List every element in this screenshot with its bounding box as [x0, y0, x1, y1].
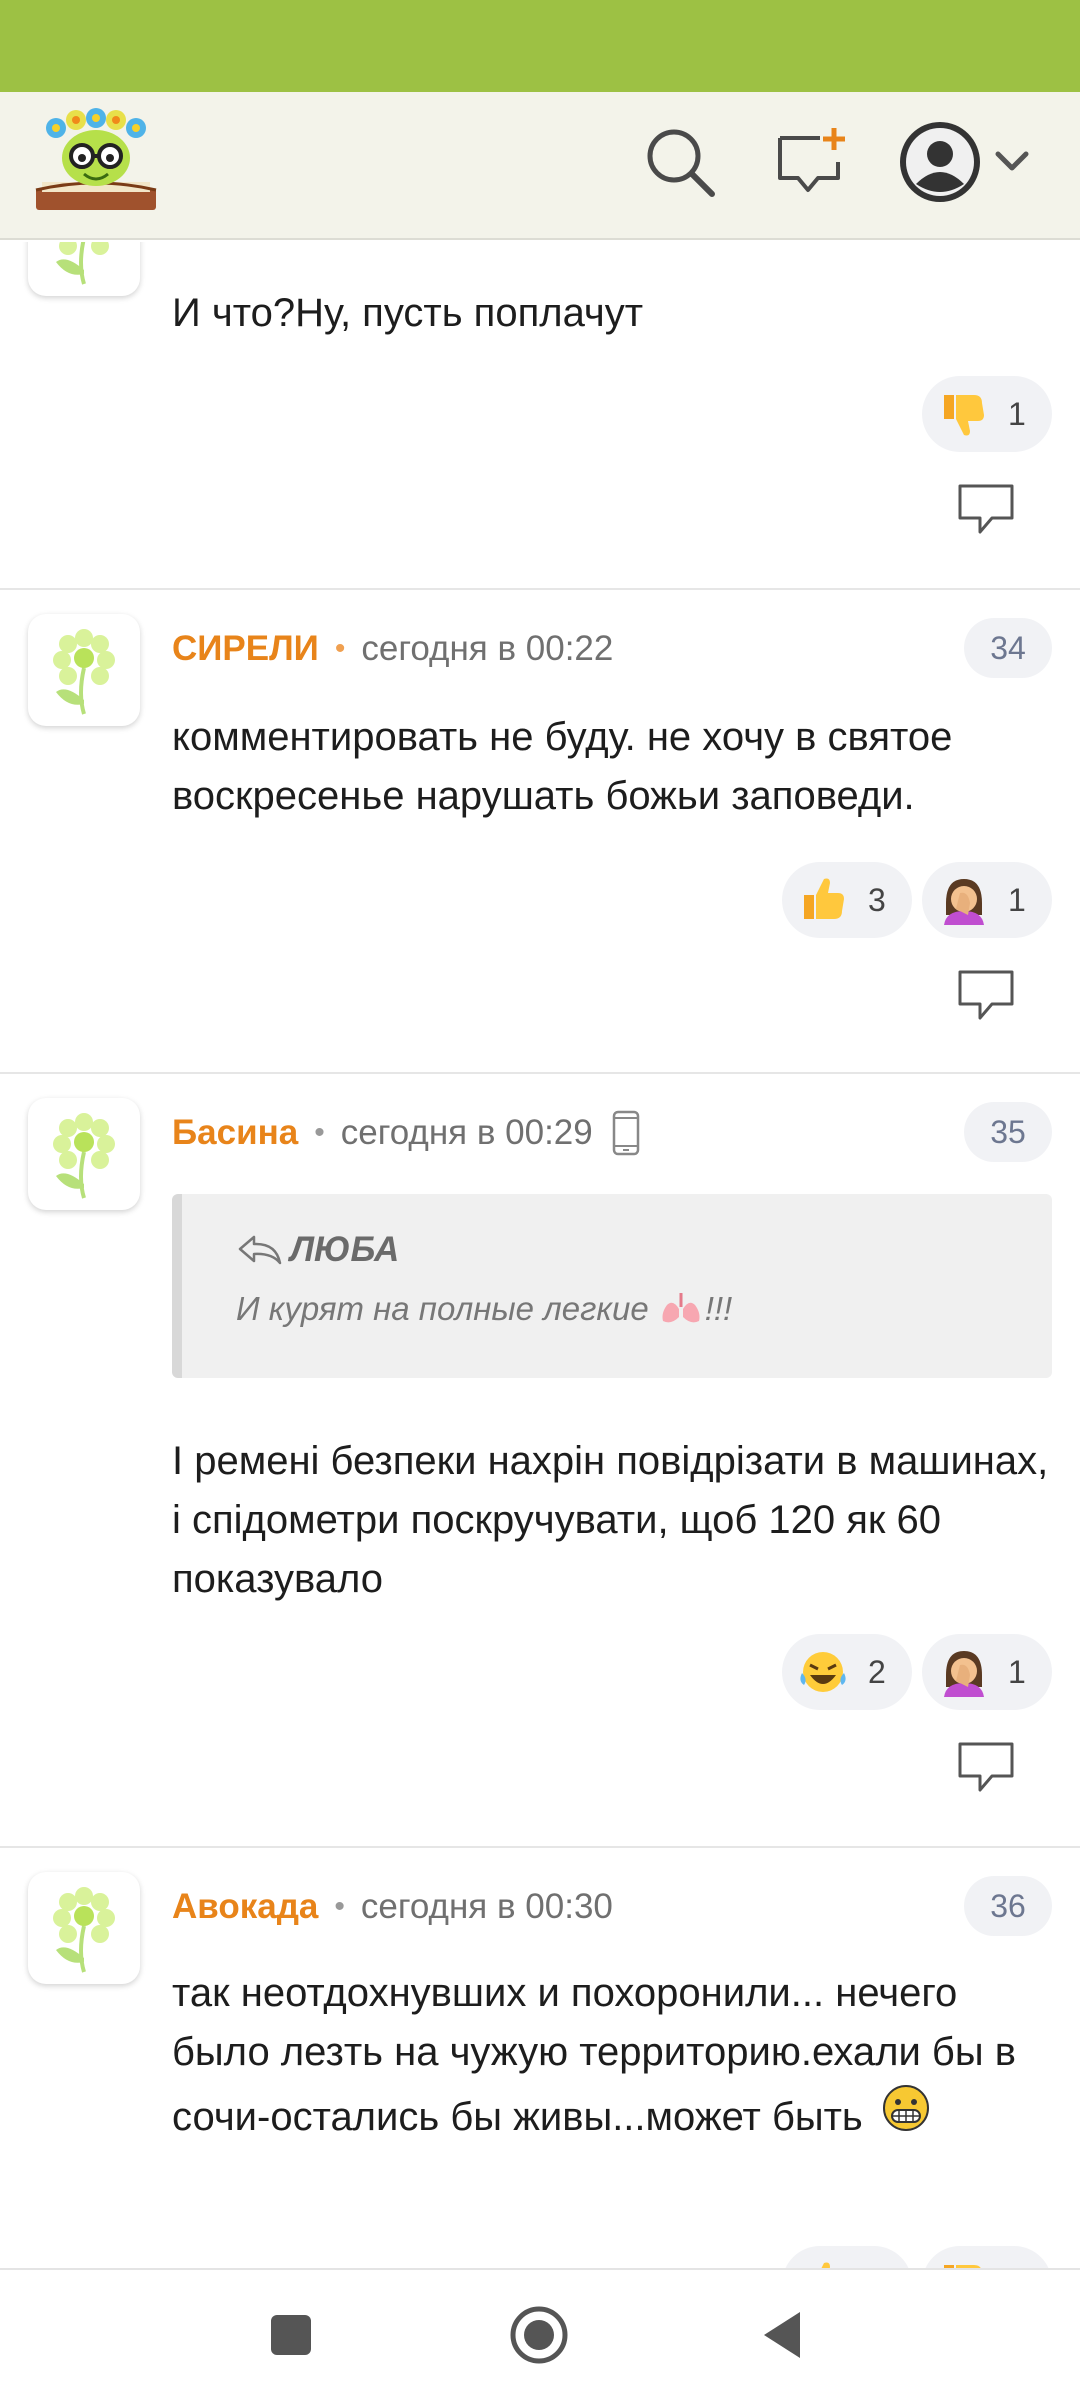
divider [0, 1072, 1080, 1074]
reaction-thumbs-down[interactable]: 1 [922, 376, 1052, 452]
author-name[interactable]: СИРЕЛИ [172, 629, 319, 669]
separator-dot: • [314, 1116, 325, 1149]
quote-text: И курят на полные легкие !!! [236, 1290, 733, 1327]
facepalm-emoji [936, 1645, 990, 1699]
comment-meta: СИРЕЛИ • сегодня в 00:22 [172, 624, 613, 674]
site-logo[interactable] [32, 106, 160, 218]
comments-list[interactable]: И что?Ну, пусть поплачут 1 СИРЕЛИ • сего… [0, 242, 1080, 2268]
flower-avatar-icon [53, 1887, 115, 1973]
online-dot: • [334, 632, 346, 665]
facepalm-emoji [936, 873, 990, 927]
reaction-count: 1 [1008, 1653, 1026, 1690]
flower-avatar-icon [53, 629, 115, 715]
comment-number[interactable]: 35 [964, 1102, 1052, 1162]
reaction-count: 1 [1008, 881, 1026, 918]
laughing-tears-emoji [796, 1645, 850, 1699]
comment-number[interactable]: 34 [964, 618, 1052, 678]
flower-avatar-icon [56, 242, 109, 285]
comment-text: так неотдохнувших и похоронили... нечего… [172, 1971, 1016, 2139]
divider [0, 1846, 1080, 1848]
back-button[interactable] [750, 2300, 820, 2370]
home-button[interactable] [504, 2300, 574, 2370]
search-icon[interactable] [642, 124, 718, 200]
reply-arrow-icon [238, 1235, 282, 1265]
thumbs-up-emoji [796, 873, 850, 927]
reply-icon[interactable] [956, 968, 1016, 1022]
reaction-thumbs-down[interactable] [922, 2246, 1052, 2268]
reaction-count: 2 [868, 1653, 886, 1690]
author-name[interactable]: Басина [172, 1113, 298, 1153]
separator-dot: • [334, 1890, 345, 1923]
thumbs-down-emoji [936, 2257, 990, 2268]
status-bar [0, 0, 1080, 92]
grimacing-emoji [882, 2085, 929, 2131]
lungs-emoji [662, 1293, 700, 1323]
reaction-facepalm[interactable]: 1 [922, 1634, 1052, 1710]
reaction-facepalm[interactable]: 1 [922, 862, 1052, 938]
reply-icon[interactable] [956, 482, 1016, 536]
thumbs-down-emoji [936, 387, 990, 441]
add-comment-icon[interactable] [772, 124, 848, 200]
comment-text: І ремені безпеки нахрін повідрізати в ма… [172, 1439, 1049, 1601]
flower-avatar-icon [53, 1113, 115, 1199]
reaction-thumbs-up[interactable]: 3 [782, 862, 912, 938]
comment-text: И что?Ну, пусть поплачут [172, 291, 644, 335]
reaction-laughing[interactable]: 2 [782, 1634, 912, 1710]
user-avatar[interactable] [28, 1098, 140, 1210]
user-avatar[interactable] [28, 614, 140, 726]
divider [0, 588, 1080, 590]
user-avatar[interactable] [28, 242, 140, 296]
system-navigation-bar [0, 2268, 1080, 2400]
reaction-count: 3 [868, 881, 886, 918]
quoted-comment[interactable]: ЛЮБА И курят на полные легкие !!! [172, 1194, 1052, 1378]
comment-number[interactable]: 36 [964, 1876, 1052, 1936]
comment-time: сегодня в 00:22 [361, 629, 614, 668]
quote-author: ЛЮБА [236, 1230, 399, 1270]
thumbs-up-emoji [796, 2257, 850, 2268]
reply-icon[interactable] [956, 1740, 1016, 1794]
comment-meta: Басина • сегодня в 00:29 [172, 1108, 641, 1158]
recent-apps-button[interactable] [256, 2300, 326, 2370]
reaction-count: 1 [1008, 395, 1026, 432]
reaction-thumbs-up[interactable] [782, 2246, 912, 2268]
comment-text: комментировать не буду. не хочу в святое… [172, 715, 953, 818]
user-avatar-icon [900, 122, 980, 202]
user-menu[interactable] [898, 118, 1048, 206]
mobile-device-icon [612, 1110, 639, 1156]
author-name[interactable]: Авокада [172, 1887, 318, 1927]
user-avatar[interactable] [28, 1872, 140, 1984]
comment-meta: Авокада • сегодня в 00:30 [172, 1882, 613, 1932]
comment-time: сегодня в 00:29 [340, 1113, 593, 1152]
comment-time: сегодня в 00:30 [360, 1887, 613, 1926]
chevron-down-icon [995, 151, 1029, 171]
